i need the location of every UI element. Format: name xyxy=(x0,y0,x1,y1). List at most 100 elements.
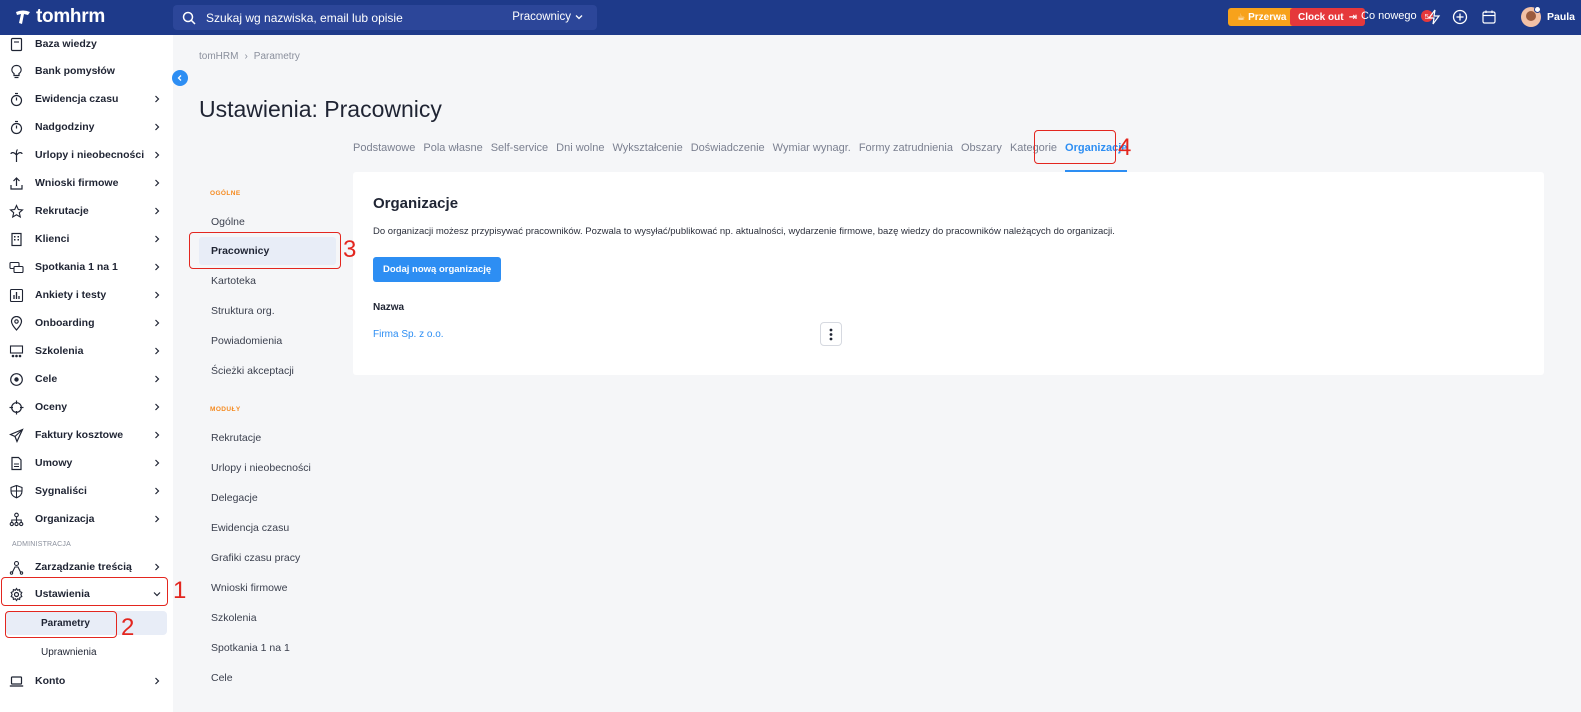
sidebar-item-ideas[interactable]: Bank pomysłów xyxy=(0,59,173,83)
shield-icon xyxy=(10,484,23,498)
tab-areas[interactable]: Obszary xyxy=(961,142,1002,154)
annotation-box-parameters xyxy=(5,611,117,638)
sidebar-item-one-on-one[interactable]: Spotkania 1 na 1 xyxy=(0,255,173,279)
chevron-right-icon xyxy=(155,291,160,299)
sidebar-item-clients[interactable]: Klienci xyxy=(0,227,173,251)
annotation-number-4: 4 xyxy=(1118,134,1132,161)
card-title: Organizacje xyxy=(373,195,459,212)
building-icon xyxy=(11,232,22,246)
sidebar-item-onboarding[interactable]: Onboarding xyxy=(0,311,173,335)
lightning-icon[interactable] xyxy=(1426,9,1442,25)
tab-custom-fields[interactable]: Pola własne xyxy=(423,142,482,154)
search-bar[interactable]: Szukaj wg nazwiska, email lub opisie Pra… xyxy=(173,5,597,30)
logout-icon: ⇥ xyxy=(1348,11,1357,23)
settings-menu-item-records[interactable]: Kartoteka xyxy=(199,267,336,295)
sidebar-item-account[interactable]: Konto xyxy=(0,669,173,693)
sidebar-item-surveys[interactable]: Ankiety i testy xyxy=(0,283,173,307)
sidebar-item-leave[interactable]: Urlopy i nieobecności xyxy=(0,143,173,167)
sidebar-item-content-management[interactable]: Zarządzanie treścią xyxy=(0,555,173,579)
plus-circle-icon[interactable] xyxy=(1452,9,1468,25)
settings-menu-item-schedules[interactable]: Grafiki czasu pracy xyxy=(199,544,336,572)
tab-experience[interactable]: Doświadczenie xyxy=(691,142,765,154)
chevron-right-icon xyxy=(155,179,160,187)
search-scope-dropdown[interactable]: Pracownicy xyxy=(512,11,583,23)
kebab-menu-icon xyxy=(829,328,833,340)
sidebar-item-invoices[interactable]: Faktury kosztowe xyxy=(0,423,173,447)
organization-row-link[interactable]: Firma Sp. z o.o. xyxy=(373,329,444,340)
search-input[interactable]: Szukaj wg nazwiska, email lub opisie xyxy=(206,11,403,25)
clock-out-label: Clock out xyxy=(1298,11,1344,23)
settings-menu-section-general: OGÓLNE xyxy=(210,190,241,197)
chevron-right-icon xyxy=(155,263,160,271)
logo[interactable]: tomhrm xyxy=(14,6,105,28)
sidebar-collapse-button[interactable] xyxy=(172,70,188,86)
sidebar-item-organization[interactable]: Organizacja xyxy=(0,507,173,531)
break-button[interactable]: ☕ Przerwa xyxy=(1228,8,1296,26)
location-pin-icon xyxy=(10,315,23,331)
chart-icon xyxy=(9,288,24,302)
settings-menu-item-training[interactable]: Szkolenia xyxy=(199,604,336,632)
sidebar-item-knowledge-base[interactable]: Baza wiedzy xyxy=(0,32,173,56)
chevron-right-icon xyxy=(155,459,160,467)
tab-basic[interactable]: Podstawowe xyxy=(353,142,415,154)
whats-new-link[interactable]: Co nowego 5 xyxy=(1361,10,1433,22)
sidebar-item-recruitment[interactable]: Rekrutacje xyxy=(0,199,173,223)
calendar-icon[interactable] xyxy=(1481,9,1497,25)
chevron-left-icon xyxy=(177,75,182,81)
chat-icon xyxy=(9,261,24,273)
row-actions-button[interactable] xyxy=(820,322,842,346)
tab-days-off[interactable]: Dni wolne xyxy=(556,142,604,154)
sidebar-item-requests[interactable]: Wnioski firmowe xyxy=(0,171,173,195)
tab-salary[interactable]: Wymiar wynagr. xyxy=(773,142,851,154)
annotation-box-settings xyxy=(1,577,168,606)
sidebar-item-whistleblowers[interactable]: Sygnaliści xyxy=(0,479,173,503)
user-name[interactable]: Paula xyxy=(1547,11,1575,23)
stopwatch-icon xyxy=(10,120,23,134)
sidebar-subitem-permissions[interactable]: Uprawnienia xyxy=(6,640,167,664)
settings-menu-item-delegations[interactable]: Delegacje xyxy=(199,484,336,512)
settings-menu-item-recruitment[interactable]: Rekrutacje xyxy=(199,424,336,452)
chevron-right-icon xyxy=(155,151,160,159)
organizations-card: Organizacje Do organizacji możesz przypi… xyxy=(353,172,1544,375)
chevron-right-icon xyxy=(155,95,160,103)
annotation-box-employees xyxy=(189,232,341,269)
annotation-number-1: 1 xyxy=(173,577,187,604)
settings-menu-item-leave[interactable]: Urlopy i nieobecności xyxy=(199,454,336,482)
breadcrumb-separator-icon: › xyxy=(244,51,248,62)
chevron-right-icon xyxy=(155,487,160,495)
sidebar-item-time-tracking[interactable]: Ewidencja czasu xyxy=(0,87,173,111)
chevron-right-icon xyxy=(155,515,160,523)
tab-self-service[interactable]: Self-service xyxy=(491,142,548,154)
stopwatch-icon xyxy=(10,92,23,106)
settings-menu-item-approval-paths[interactable]: Ścieżki akceptacji xyxy=(199,357,336,385)
search-scope-label: Pracownicy xyxy=(512,11,571,23)
settings-menu-item-one-on-one[interactable]: Spotkania 1 na 1 xyxy=(199,634,336,662)
annotation-number-3: 3 xyxy=(343,236,357,263)
chevron-right-icon xyxy=(155,431,160,439)
star-icon xyxy=(9,203,24,218)
breadcrumb-item-home[interactable]: tomHRM xyxy=(199,51,238,62)
settings-menu-item-requests[interactable]: Wnioski firmowe xyxy=(199,574,336,602)
add-organization-button[interactable]: Dodaj nową organizację xyxy=(373,257,502,282)
settings-menu-item-goals[interactable]: Cele xyxy=(199,664,336,692)
chevron-right-icon xyxy=(155,207,160,215)
chevron-right-icon xyxy=(155,235,160,243)
sidebar-item-contracts[interactable]: Umowy xyxy=(0,451,173,475)
top-bar: tomhrm Szukaj wg nazwiska, email lub opi… xyxy=(0,0,1581,35)
clock-out-button[interactable]: Clock out ⇥ xyxy=(1290,8,1365,26)
search-icon xyxy=(182,11,196,25)
upload-icon xyxy=(10,176,23,190)
sidebar-item-goals[interactable]: Cele xyxy=(0,367,173,391)
settings-menu-item-notifications[interactable]: Powiadomienia xyxy=(199,327,336,355)
settings-menu-item-time-tracking[interactable]: Ewidencja czasu xyxy=(199,514,336,542)
sidebar-item-overtime[interactable]: Nadgodziny xyxy=(0,115,173,139)
tab-employment-forms[interactable]: Formy zatrudnienia xyxy=(859,142,953,154)
sidebar-item-reviews[interactable]: Oceny xyxy=(0,395,173,419)
page-title: Ustawienia: Pracownicy xyxy=(199,96,442,122)
chevron-right-icon xyxy=(155,123,160,131)
tab-education[interactable]: Wykształcenie xyxy=(612,142,682,154)
sidebar-item-training[interactable]: Szkolenia xyxy=(0,339,173,363)
settings-menu-item-org-structure[interactable]: Struktura org. xyxy=(199,297,336,325)
laptop-icon xyxy=(9,675,24,687)
chevron-right-icon xyxy=(155,347,160,355)
